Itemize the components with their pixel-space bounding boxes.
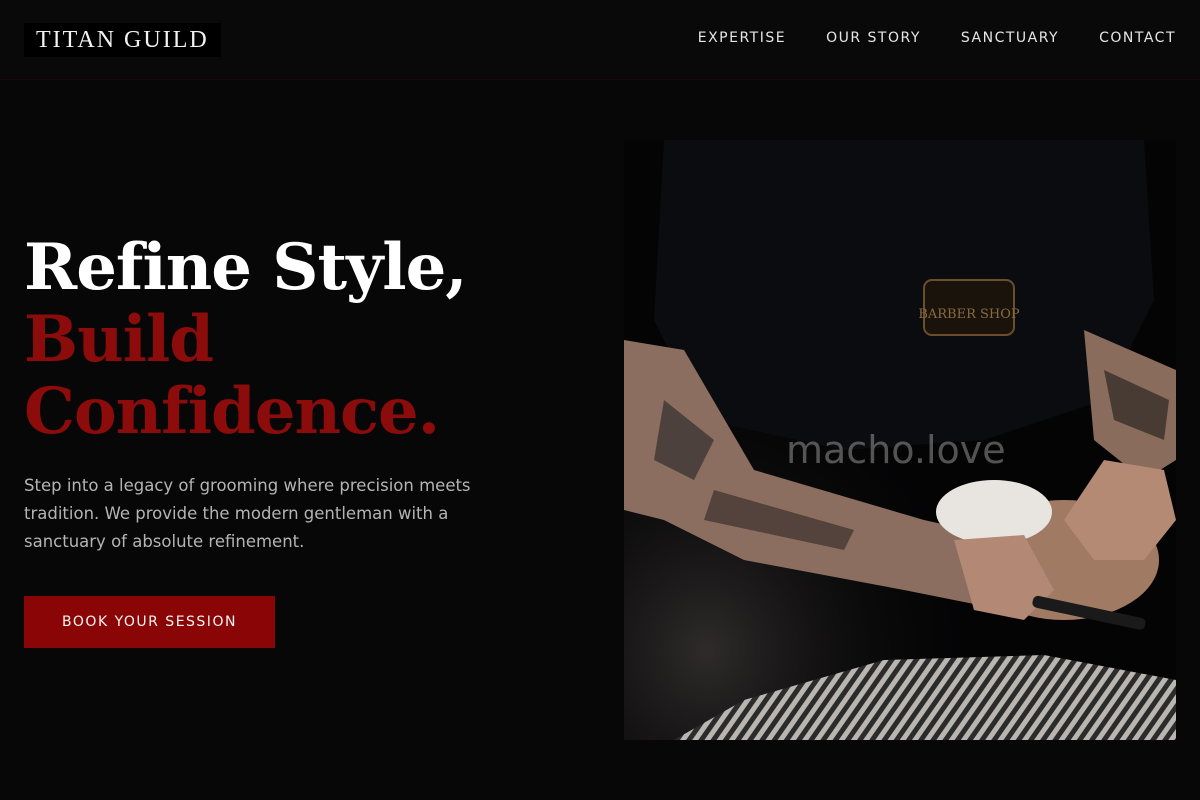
shirt-logo-badge: BARBER SHOP	[918, 279, 1020, 336]
nav-link-our-story[interactable]: OUR STORY	[826, 30, 921, 46]
barber-photo-illustration: BARBER SHOP	[624, 140, 1176, 740]
barber-shaving-photo: BARBER SHOP macho.love	[624, 140, 1176, 740]
brand-logo[interactable]: TITAN GUILD	[24, 23, 221, 57]
hero-heading-line-3: Confidence.	[24, 374, 440, 449]
svg-text:BARBER SHOP: BARBER SHOP	[918, 307, 1020, 322]
book-session-button[interactable]: BOOK YOUR SESSION	[24, 596, 275, 648]
nav-link-expertise[interactable]: EXPERTISE	[698, 30, 786, 46]
hero-heading: Refine Style, Build Confidence.	[24, 230, 468, 449]
nav-menu: EXPERTISE OUR STORY SANCTUARY CONTACT	[698, 30, 1176, 46]
nav-link-contact[interactable]: CONTACT	[1099, 30, 1176, 46]
nav-link-sanctuary[interactable]: SANCTUARY	[961, 30, 1059, 46]
hero-heading-line-2: Build	[24, 302, 214, 377]
top-navigation: TITAN GUILD EXPERTISE OUR STORY SANCTUAR…	[0, 0, 1200, 80]
hero-heading-line-1: Refine Style,	[24, 230, 468, 305]
hero-description: Step into a legacy of grooming where pre…	[24, 476, 471, 551]
